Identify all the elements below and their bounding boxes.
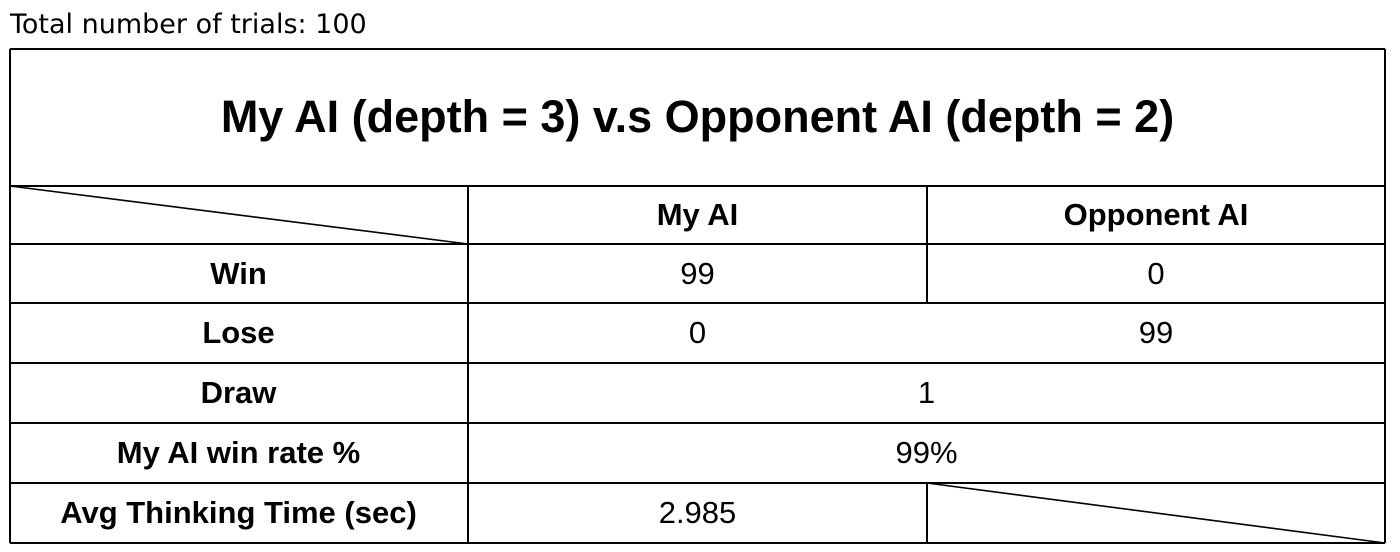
row-label-thinking-time: Avg Thinking Time (sec) <box>60 495 417 530</box>
row-label-win: Win <box>210 255 267 291</box>
cell-win-rate-value: 99% <box>895 435 958 470</box>
cell-thinking-time-my-ai: 2.985 <box>658 495 737 530</box>
row-label-win-rate: My AI win rate % <box>116 435 361 470</box>
results-table: My AI (depth = 3) v.s Opponent AI (depth… <box>9 48 1386 544</box>
cell-win-opponent-ai: 0 <box>1147 255 1165 291</box>
cell-thinking-time-opponent-empty <box>927 483 1385 543</box>
column-header-my-ai: My AI <box>656 197 739 232</box>
cell-lose-opponent-ai: 99 <box>1138 315 1174 350</box>
row-label-lose: Lose <box>202 315 275 350</box>
cell-win-my-ai: 99 <box>680 255 715 291</box>
cell-lose-my-ai: 0 <box>688 315 707 350</box>
trials-caption: Total number of trials: 100 <box>10 9 367 40</box>
header-corner-diagonal <box>9 185 469 245</box>
table-title: My AI (depth = 3) v.s Opponent AI (depth… <box>220 91 1175 142</box>
row-label-draw: Draw <box>200 375 277 410</box>
cell-draw-value: 1 <box>917 375 936 410</box>
column-header-opponent-ai: Opponent AI <box>1063 197 1249 232</box>
